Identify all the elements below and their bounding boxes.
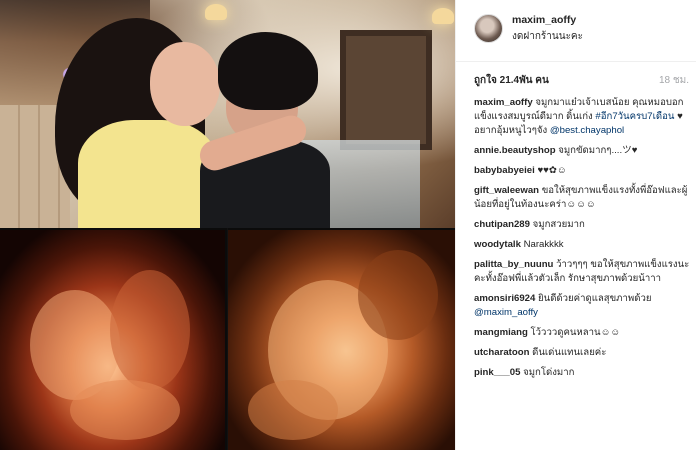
ultrasound-image-right[interactable] [228,228,455,450]
comment-username[interactable]: palitta_by_nuunu [474,259,553,270]
ultrasound-shape [110,270,190,390]
comment-item: amonsiri6924 ยินดีด้วยค่าดูแลสุขภาพด้วย … [474,292,692,320]
ultrasound-shape [358,250,438,340]
avatar[interactable] [474,14,503,43]
couple-photo[interactable] [0,0,455,228]
photo-lamp [205,4,227,20]
comments-list: maxim_aoffy จมูกมาแย๋วเจ้าเบสน้อย คุณหมอ… [474,96,692,386]
mention-link[interactable]: @best.chayaphol [550,125,624,136]
post-username[interactable]: maxim_aoffy [512,14,576,26]
comment-text: จมูกโด่งมาก [523,367,575,378]
ultrasound-image-left[interactable] [0,228,227,450]
comment-username[interactable]: babybabyeiei [474,165,535,176]
post-panel: maxim_aoffy งดฝากร้านนะคะ ถูกใจ 21.4พัน … [455,0,696,450]
comment-item: chutipan289 จมูกสวยมาก [474,218,692,232]
hashtag-link[interactable]: #อีก7วันครบ7เดือน [595,111,674,122]
photo-window [340,30,432,150]
comment-item: babybabyeiei ♥♥✿☺ [474,164,692,178]
caption: maxim_aoffy จมูกมาแย๋วเจ้าเบสน้อย คุณหมอ… [474,96,692,138]
comment-text: จมูกขัดมากๆ....ツ♥ [558,145,638,156]
comment-item: woodytalk Narakkkk [474,238,692,252]
comment-text: ♥♥✿☺ [537,165,567,176]
ultrasound-shape [70,380,180,440]
photo-lamp [432,8,454,24]
likes-count[interactable]: ถูกใจ 21.4พัน คน [474,73,549,88]
comment-username[interactable]: pink___05 [474,367,520,378]
comment-username[interactable]: mangmiang [474,327,528,338]
comment-username[interactable]: maxim_aoffy [474,97,533,108]
mention-link[interactable]: @maxim_aoffy [474,307,538,318]
comment-username[interactable]: annie.beautyshop [474,145,556,156]
comment-text: จมูกสวยมาก [532,219,585,230]
comment-text: ยินดีด้วยค่าดูแลสุขภาพด้วย [538,293,652,304]
post-header: maxim_aoffy งดฝากร้านนะคะ [456,0,696,62]
comment-username[interactable]: utcharatoon [474,347,529,358]
post-location[interactable]: งดฝากร้านนะคะ [512,29,583,44]
comment-item: gift_waleewan ขอให้สุขภาพแข็งแรงทั้งพี่อ… [474,184,692,212]
comment-item: utcharatoon ดีนเด่นแทนเลยค่ะ [474,346,692,360]
comment-item: annie.beautyshop จมูกขัดมากๆ....ツ♥ [474,144,692,158]
photo-woman-shirt [78,120,218,228]
comment-text: Narakkkk [523,239,564,250]
comment-text: ดีนเด่นแทนเลยค่ะ [532,347,607,358]
photo-woman-face [150,42,220,126]
photo-man-hair [218,32,318,110]
comment-username[interactable]: gift_waleewan [474,185,539,196]
comment-text: โว้วววดูคนหลาน☺☺ [530,327,621,338]
post-stats: ถูกใจ 21.4พัน คน 18 ชม. [456,62,696,96]
comment-item: pink___05 จมูกโด่งมาก [474,366,692,380]
comment-username[interactable]: woodytalk [474,239,521,250]
comment-item: mangmiang โว้วววดูคนหลาน☺☺ [474,326,692,340]
post-time[interactable]: 18 ชม. [659,73,689,88]
comment-username[interactable]: amonsiri6924 [474,293,535,304]
comment-item: palitta_by_nuunu ว้าวๆๆๆ ขอให้สุขภาพแข็ง… [474,258,692,286]
ultrasound-shape [248,380,338,440]
comment-username[interactable]: chutipan289 [474,219,530,230]
post-media[interactable] [0,0,455,450]
